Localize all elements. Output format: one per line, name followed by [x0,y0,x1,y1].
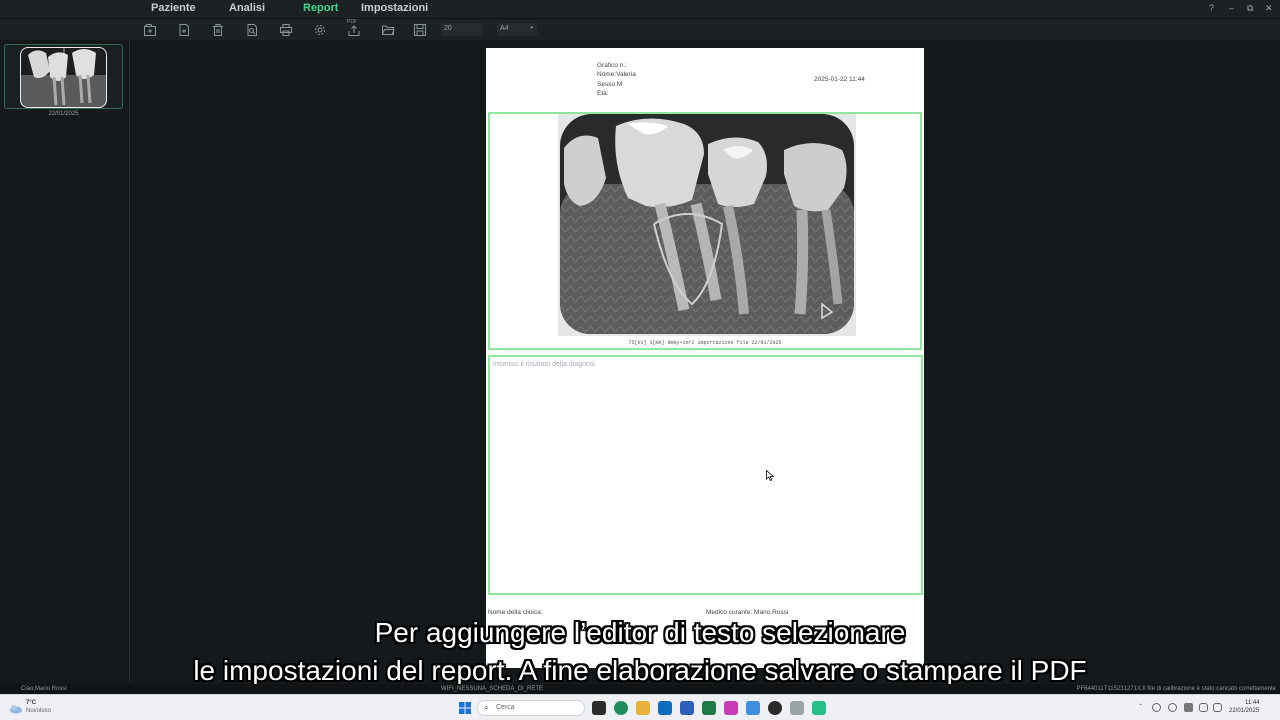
minimize-button[interactable]: – [1229,3,1234,13]
calibration-status: PF644011T115231271X,Il file di calibrazi… [1076,686,1276,692]
save-icon[interactable] [413,23,427,37]
weather-temp: 7°C [26,700,37,706]
dental-app-icon[interactable] [812,701,826,715]
new-report-icon[interactable] [143,23,157,37]
thumbnail-panel: 22/01/2025 [0,40,130,682]
excel-icon[interactable] [702,701,716,715]
doctor-label: Medico curante: Mario Rossi [706,609,789,616]
search-placeholder: Cerca [496,704,515,711]
app-icon[interactable] [746,701,760,715]
media-app-icon[interactable] [768,701,782,715]
chevron-down-icon: ▾ [530,25,533,31]
store-icon[interactable] [724,701,738,715]
weather-icon [9,701,23,714]
print-icon[interactable] [279,23,293,37]
font-size-field[interactable]: 20 [441,23,483,36]
task-view-icon[interactable] [592,701,606,715]
tab-analisi[interactable]: Analisi [229,2,265,14]
word-icon[interactable] [680,701,694,715]
patient-name-label: Nome:Valeria [597,71,636,78]
outlook-icon[interactable] [658,701,672,715]
sync-icon[interactable] [1168,703,1177,712]
network-icon[interactable] [1152,703,1161,712]
chart-number-label: Grafico n.: [597,62,627,69]
diagnosis-placeholder: Inserisci il risultato della diagnosi [493,361,595,368]
close-button[interactable]: ✕ [1265,3,1273,14]
xray-image-frame[interactable]: 75[kV] 3[mA] 0mGy•cm^2 importazione file… [488,112,922,350]
mouse-cursor-icon [766,470,774,481]
add-page-icon[interactable] [177,23,191,37]
tab-report[interactable]: Report [303,2,338,14]
usb-icon[interactable] [1184,703,1193,712]
tab-paziente[interactable]: Paziente [151,2,196,14]
clock-time[interactable]: 11:44 [1245,700,1260,706]
thumbnail-date: 22/01/2025 [48,111,79,117]
subtitle-line-1: Per aggiungere l’editor di testo selezio… [374,617,906,648]
wifi-icon[interactable] [1199,703,1208,712]
menu-bar: Paziente Analisi Report Impostazioni ? –… [0,0,1280,18]
windows-taskbar: 7°C Nuvoloso ⌕ Cerca ⌃ 11:44 22/01/2025 [0,694,1280,720]
xray-caption: 75[kV] 3[mA] 0mGy•cm^2 importazione file… [628,340,782,346]
patient-age-label: Età: [597,90,609,97]
delete-icon[interactable] [211,23,225,37]
snipping-tool-icon[interactable] [790,701,804,715]
tab-impostazioni[interactable]: Impostazioni [361,2,428,14]
wifi-status: WIFI_NESSUNA_SCHEDA_DI_RETE [441,686,544,692]
edge-browser-icon[interactable] [614,701,628,715]
windows-start-icon[interactable] [458,701,472,715]
chevron-up-icon[interactable]: ⌃ [1138,703,1143,710]
xray-image [558,114,856,336]
diagnosis-text-editor[interactable]: Inserisci il risultato della diagnosi [488,355,923,595]
xray-thumbnail[interactable] [4,44,123,109]
pdf-label: PDF [347,19,357,25]
taskbar-search[interactable]: ⌕ Cerca [477,700,585,716]
xray-thumbnail-image [20,47,107,108]
file-explorer-icon[interactable] [636,701,650,715]
weather-desc: Nuvoloso [26,708,52,714]
restore-button[interactable]: ⧉ [1247,3,1253,14]
patient-sex-label: Sesso:M [597,81,623,88]
clinic-name-label: Nome della clinica: [488,609,543,616]
report-datetime: 2025-01-22 11:44 [814,76,865,83]
status-bar: Ciao,Mario Rossi WIFI_NESSUNA_SCHEDA_DI_… [0,684,1280,694]
export-pdf-icon[interactable]: PDF [347,19,361,37]
help-button[interactable]: ? [1209,3,1214,13]
clock-date[interactable]: 22/01/2025 [1229,708,1259,714]
paper-size-value: A4 [500,25,509,32]
preview-icon[interactable] [245,23,259,37]
toolbar: PDF 20 A4 ▾ [0,18,1280,40]
settings-icon[interactable] [313,23,327,37]
subtitle-line-2: le impostazioni del report. A fine elabo… [193,655,1087,686]
search-icon: ⌕ [484,703,489,712]
user-greeting: Ciao,Mario Rossi [21,686,67,692]
volume-icon[interactable] [1213,703,1222,712]
paper-size-select[interactable]: A4 ▾ [497,23,537,36]
report-page: Grafico n.: Nome:Valeria Sesso:M Età: 20… [486,48,924,668]
open-folder-icon[interactable] [381,23,395,37]
